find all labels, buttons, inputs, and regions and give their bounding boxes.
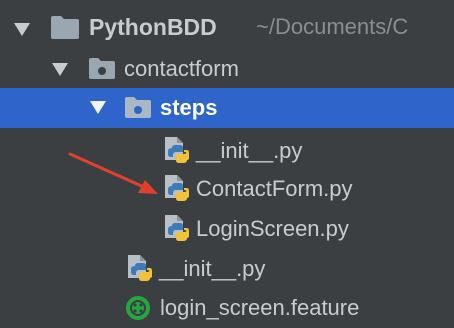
project-tree: PythonBDD ~/Documents/C contactform step… (0, 0, 454, 328)
tree-item-label: __init__.py (196, 138, 303, 163)
tree-row-contactform-init[interactable]: __init__.py (0, 250, 454, 290)
tree-item-label: contactform (124, 56, 239, 81)
tree-row-loginscreen-py[interactable]: LoginScreen.py (0, 210, 454, 250)
tree-row-contactform[interactable]: contactform (0, 50, 454, 90)
expand-arrow-icon[interactable] (14, 23, 30, 36)
python-file-icon (165, 175, 189, 201)
tree-item-label: LoginScreen.py (196, 216, 349, 241)
tree-item-label: __init__.py (159, 256, 266, 281)
python-file-icon (165, 215, 189, 241)
tree-row-root[interactable]: PythonBDD ~/Documents/C (0, 10, 454, 50)
root-project-path: ~/Documents/C (256, 14, 409, 39)
tree-item-label: ContactForm.py (196, 176, 353, 201)
folder-icon (51, 16, 79, 39)
tree-item-label: steps (160, 95, 218, 120)
annotation-arrow-icon (68, 152, 158, 194)
package-folder-icon (89, 58, 115, 79)
python-file-icon (165, 137, 189, 163)
tree-item-label: login_screen.feature (160, 295, 360, 320)
root-project-name: PythonBDD (89, 14, 217, 40)
tree-row-feature[interactable]: login_screen.feature (0, 289, 454, 328)
python-file-icon (128, 255, 152, 281)
expand-arrow-icon[interactable] (52, 63, 68, 76)
cucumber-feature-icon (126, 296, 150, 320)
tree-row-steps[interactable]: steps (0, 88, 454, 128)
expand-arrow-icon[interactable] (90, 101, 106, 114)
package-folder-icon (125, 97, 151, 118)
